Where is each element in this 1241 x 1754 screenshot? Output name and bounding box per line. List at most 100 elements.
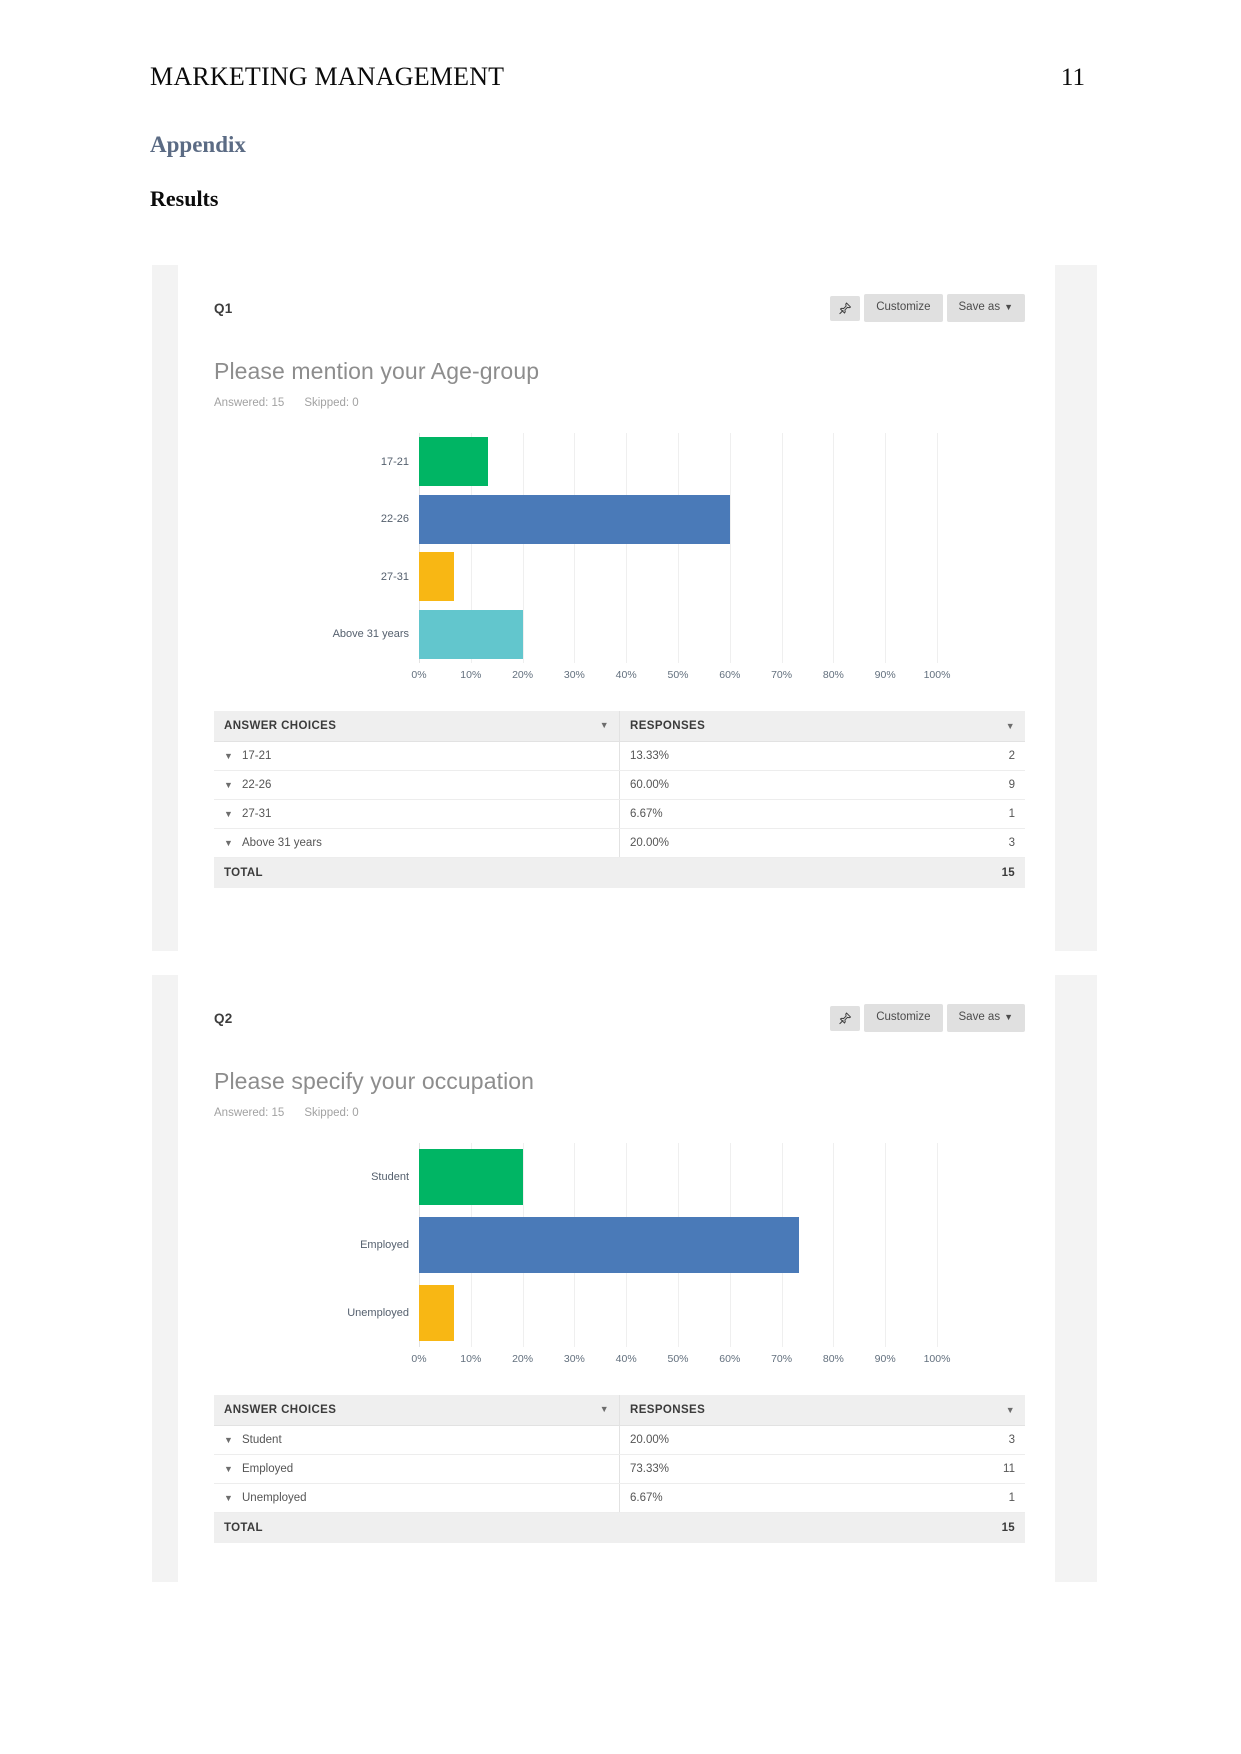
bar-row: 27-31 (381, 548, 937, 606)
total-value: 15 (911, 857, 1025, 888)
table-total-row: TOTAL 15 (214, 1512, 1025, 1543)
cell-answer-choice[interactable]: ▼ 22-26 (214, 770, 620, 800)
cell-answer-choice[interactable]: ▼ 27-31 (214, 799, 620, 829)
category-label: 27-31 (380, 570, 409, 583)
total-spacer (619, 857, 912, 888)
save-as-button[interactable]: Save as ▼ (946, 1004, 1025, 1032)
x-axis: 0% 10% 20% 30% 40% 50% 60% 70% 80% 90% 100% (411, 669, 965, 691)
pin-icon (838, 1011, 852, 1026)
cell-response-count: 1 (911, 799, 1025, 829)
x-tick-label: 30% (563, 669, 585, 681)
cell-response-count: 3 (911, 828, 1025, 858)
column-header-responses[interactable]: RESPONSES (619, 711, 912, 742)
total-value: 15 (911, 1512, 1025, 1543)
bar-row: Student (371, 1143, 937, 1211)
column-header-sort[interactable]: ▼ (911, 1395, 1025, 1426)
question-meta: Answered: 15 Skipped: 0 (214, 1107, 1025, 1119)
survey-result-card-q1: Q1 Customize Save as ▼ Please mention yo… (152, 265, 1097, 951)
x-tick-label: 60% (719, 669, 741, 681)
bar (419, 1217, 799, 1273)
x-tick-label: 80% (822, 1353, 844, 1365)
table-row: ▼ 27-31 6.67% 1 (214, 799, 1025, 829)
bar (419, 437, 489, 487)
survey-card-body: Q2 Customize Save as ▼ Please specify yo… (178, 975, 1055, 1582)
table-header-row: ANSWER CHOICES ▼ RESPONSES ▼ (214, 1395, 1025, 1426)
pin-icon (838, 301, 852, 316)
card-toolbar: Q1 Customize Save as ▼ (214, 266, 1025, 336)
column-header-answer-choices[interactable]: ANSWER CHOICES ▼ (214, 711, 620, 742)
cell-response-percent: 60.00% (619, 770, 912, 800)
cell-response-percent: 6.67% (619, 799, 912, 829)
answer-choices-table-q1: ANSWER CHOICES ▼ RESPONSES ▼ ▼ 17-21 13.33% 2 ▼ 2… (214, 711, 1025, 888)
heading-appendix: Appendix (150, 132, 246, 157)
column-header-responses[interactable]: RESPONSES (619, 1395, 912, 1426)
save-as-button[interactable]: Save as ▼ (946, 294, 1025, 322)
category-label: Unemployed (347, 1307, 409, 1319)
table-row: ▼ 17-21 13.33% 2 (214, 741, 1025, 771)
category-label: Student (371, 1171, 409, 1183)
cell-answer-choice[interactable]: ▼ Above 31 years (214, 828, 620, 858)
question-number: Q2 (214, 1010, 233, 1026)
cell-response-count: 1 (911, 1483, 1025, 1513)
bar (419, 494, 730, 544)
skipped-count: Skipped: 0 (304, 397, 359, 409)
x-tick-label: 10% (460, 669, 482, 681)
x-tick-label: 50% (667, 669, 689, 681)
survey-card-body: Q1 Customize Save as ▼ Please mention yo… (178, 265, 1055, 951)
cell-response-count: 11 (911, 1454, 1025, 1484)
cell-answer-choice[interactable]: ▼ Unemployed (214, 1483, 620, 1513)
total-label: TOTAL (214, 1512, 620, 1543)
question-title: Please mention your Age-group (214, 358, 540, 384)
category-label: Employed (360, 1239, 409, 1251)
column-header-answer-choices[interactable]: ANSWER CHOICES ▼ (214, 1395, 620, 1426)
customize-button[interactable]: Customize (864, 294, 943, 322)
cell-answer-choice[interactable]: ▼ Employed (214, 1454, 620, 1484)
bar-chart-q2: Student Employed Unemployed 0% 10% 20% 30% 40%… (214, 1143, 1025, 1375)
x-tick-label: 20% (512, 1353, 534, 1365)
bar-row: Employed (360, 1211, 937, 1279)
column-header-sort[interactable]: ▼ (911, 711, 1025, 742)
cell-answer-choice[interactable]: ▼ 17-21 (214, 741, 620, 771)
bar (419, 609, 523, 659)
save-as-label: Save as (958, 301, 1001, 314)
bar-rows: 17-21 22-26 27-31 Above 31 years (333, 433, 937, 664)
question-meta: Answered: 15 Skipped: 0 (214, 397, 1025, 409)
toolbar-buttons: Customize Save as ▼ (830, 294, 1025, 322)
pin-button[interactable] (830, 295, 861, 321)
cell-answer-choice[interactable]: ▼ Student (214, 1425, 620, 1455)
table-row: ▼ 22-26 60.00% 9 (214, 770, 1025, 800)
table-row: ▼ Above 31 years 20.00% 3 (214, 828, 1025, 858)
table-row: ▼ Employed 73.33% 11 (214, 1454, 1025, 1484)
table-body: ANSWER CHOICES ▼ RESPONSES ▼ ▼ Student 20.00% 3… (214, 1395, 1025, 1543)
chevron-down-icon: ▼ (1004, 1011, 1013, 1022)
x-tick-label: 30% (563, 1353, 585, 1365)
cell-response-percent: 20.00% (619, 828, 912, 858)
bar-row: Above 31 years (333, 606, 937, 664)
table-row: ▼ Student 20.00% 3 (214, 1425, 1025, 1455)
category-label: Above 31 years (332, 628, 409, 641)
bar (419, 1149, 523, 1205)
document-header: MARKETING MANAGEMENT 11 (150, 62, 1085, 92)
x-tick-label: 50% (667, 1353, 689, 1365)
question-number: Q1 (214, 300, 233, 316)
table-total-row: TOTAL 15 (214, 857, 1025, 888)
pin-button[interactable] (830, 1005, 861, 1031)
x-tick-label: 70% (771, 1353, 793, 1365)
x-tick-label: 60% (719, 1353, 741, 1365)
x-tick-label: 40% (615, 1353, 637, 1365)
cell-response-percent: 73.33% (619, 1454, 912, 1484)
cell-response-percent: 6.67% (619, 1483, 912, 1513)
toolbar-buttons: Customize Save as ▼ (830, 1004, 1025, 1032)
running-head: MARKETING MANAGEMENT (150, 62, 505, 91)
table-header-row: ANSWER CHOICES ▼ RESPONSES ▼ (214, 711, 1025, 742)
x-tick-label: 90% (874, 669, 896, 681)
survey-result-card-q2: Q2 Customize Save as ▼ Please specify yo… (152, 975, 1097, 1582)
cell-response-count: 3 (911, 1425, 1025, 1455)
x-axis: 0% 10% 20% 30% 40% 50% 60% 70% 80% 90% 100% (411, 1353, 965, 1375)
x-tick-label: 70% (771, 669, 793, 681)
x-tick-label: 80% (822, 669, 844, 681)
customize-button[interactable]: Customize (864, 1004, 943, 1032)
bar-rows: Student Employed Unemployed (347, 1143, 937, 1347)
grid-line (937, 1143, 938, 1347)
grid-line (937, 433, 938, 663)
